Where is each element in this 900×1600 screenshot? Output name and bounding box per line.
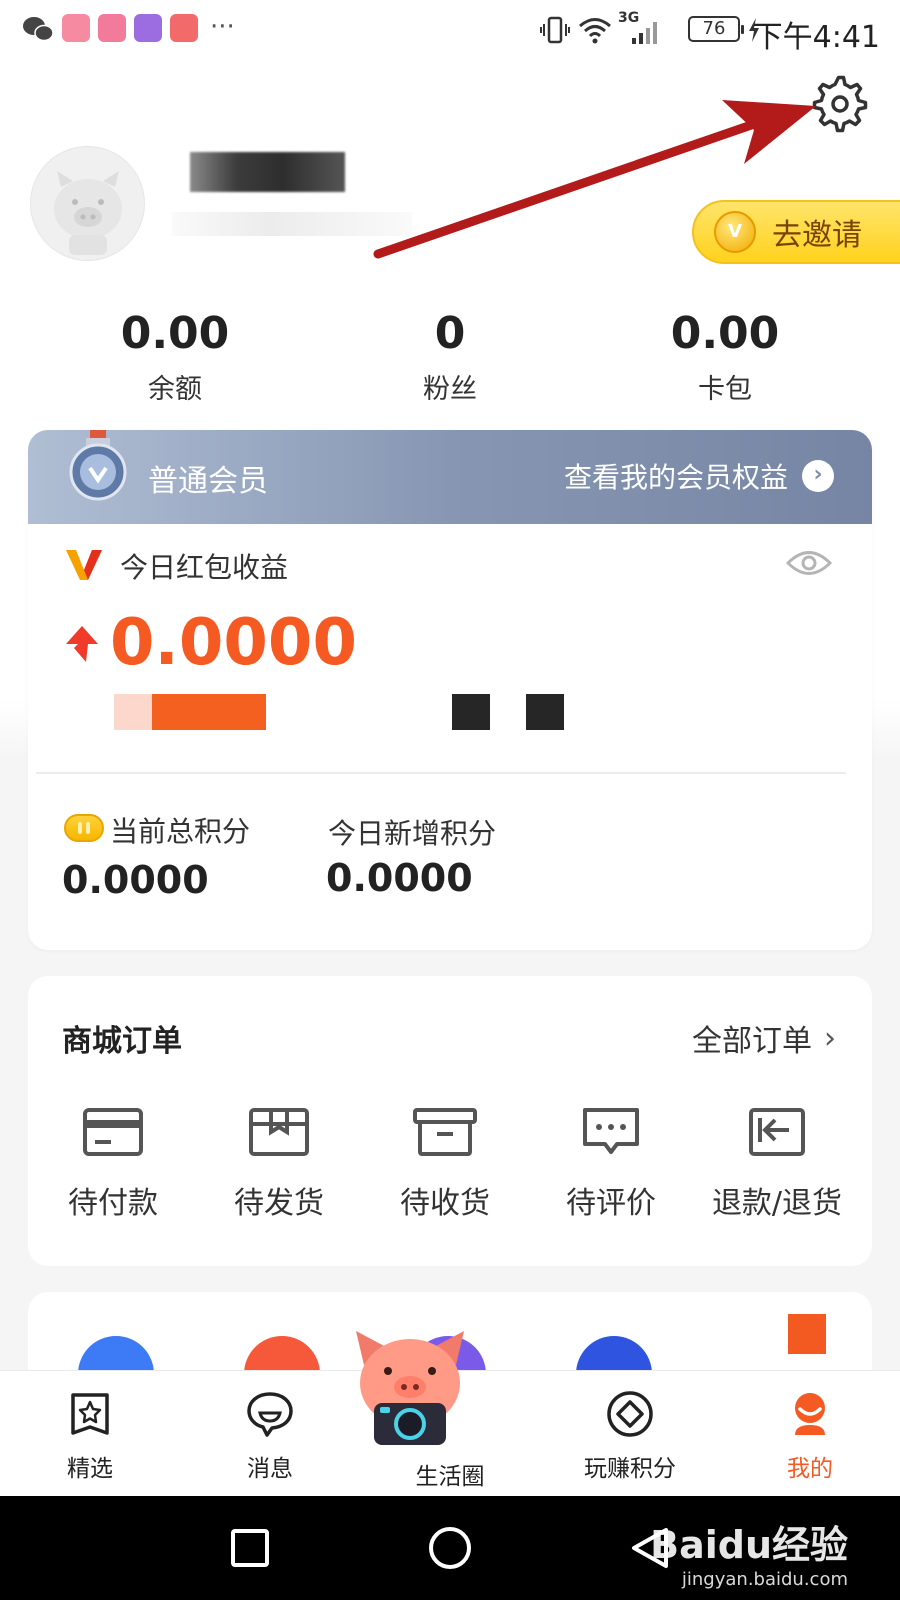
nav-mine[interactable]: 我的 [720, 1371, 900, 1497]
nav-label: 精选 [67, 1456, 113, 1482]
medal-icon [69, 430, 127, 501]
status-bar: ··· 3G 76 下午4:41 [0, 0, 900, 62]
order-label: 退款/退货 [711, 1186, 843, 1221]
stat-value: 0.00 [670, 308, 780, 359]
wifi-icon [579, 18, 611, 44]
nav-label: 生活圈 [415, 1464, 485, 1490]
nav-messages[interactable]: 消息 [180, 1371, 360, 1497]
chevron-right-icon: › [802, 460, 834, 492]
v-logo-icon [66, 550, 102, 580]
stat-value: 0.00 [120, 308, 230, 359]
battery-indicator: 76 [688, 16, 744, 42]
earnings-value: 0.0000 [110, 606, 357, 680]
nav-label: 我的 [787, 1456, 833, 1482]
coin-icon: V [714, 211, 756, 253]
total-points-label: 当前总积分 [110, 815, 251, 848]
stat-balance[interactable]: 0.00 余额 [75, 308, 275, 406]
member-tier-label: 普通会员 [148, 464, 268, 499]
vibrate-icon [540, 16, 570, 44]
eye-icon[interactable] [786, 548, 832, 578]
watermark-brand: Baidu经验 [650, 1523, 848, 1567]
redacted-block [114, 694, 154, 730]
total-points-value: 0.0000 [62, 858, 209, 902]
home-icon[interactable] [428, 1526, 472, 1570]
nav-earn-points[interactable]: 玩赚积分 [540, 1371, 720, 1497]
pig-avatar-icon [54, 171, 122, 255]
nav-label: 玩赚积分 [584, 1456, 676, 1482]
app-icon-3 [134, 14, 162, 42]
membership-card: 普通会员 查看我的会员权益 › 今日红包收益 0.0000 当前总积分 今日新增… [28, 430, 872, 950]
system-navigation-bar: Baidu经验 jingyan.baidu.com [0, 1496, 900, 1600]
order-label: 待付款 [68, 1186, 158, 1221]
stat-label: 余额 [148, 374, 202, 405]
redacted-block [526, 694, 564, 730]
watermark-url: jingyan.baidu.com [681, 1569, 848, 1590]
orders-title: 商城订单 [62, 1024, 182, 1059]
app-icon-4 [170, 14, 198, 42]
tool-icon-5[interactable] [788, 1314, 826, 1354]
diamond-icon [607, 1391, 653, 1437]
box-icon [249, 1108, 309, 1156]
all-orders-label: 全部订单 [692, 1024, 812, 1059]
chat-bubble-icon [247, 1392, 293, 1437]
order-label: 待收货 [400, 1186, 490, 1221]
watermark: Baidu经验 jingyan.baidu.com [650, 1514, 848, 1590]
member-benefits-link[interactable]: 查看我的会员权益 › [564, 456, 834, 496]
signal-icon [632, 22, 657, 44]
bottom-navigation: 精选 消息 生活圈 玩赚积分 我的 [0, 1331, 900, 1497]
card-icon [83, 1108, 143, 1156]
mall-orders-card: 商城订单 全部订单 › 待付款 待发货 待收货 待评价 退款/退货 [28, 976, 872, 1266]
nav-life-circle[interactable]: 生活圈 [356, 1331, 540, 1497]
nav-label: 消息 [247, 1456, 293, 1482]
order-pending-review[interactable]: 待评价 [526, 1106, 696, 1222]
arrow-up-icon [66, 626, 98, 662]
membership-bar[interactable]: 普通会员 查看我的会员权益 › [28, 430, 872, 524]
member-benefits-label: 查看我的会员权益 [563, 461, 788, 494]
return-icon [749, 1108, 805, 1156]
recent-apps-icon[interactable] [230, 1528, 270, 1568]
invite-label: 去邀请 [772, 218, 862, 253]
nav-featured[interactable]: 精选 [0, 1371, 180, 1497]
invite-button[interactable]: V 去邀请 [692, 200, 900, 264]
redacted-block [152, 694, 266, 730]
all-orders-link[interactable]: 全部订单 › [692, 1016, 836, 1060]
stat-label: 卡包 [698, 374, 752, 405]
order-refund-return[interactable]: 退款/退货 [692, 1106, 862, 1222]
chevron-right-icon: › [824, 1020, 836, 1056]
order-pending-payment[interactable]: 待付款 [28, 1106, 198, 1222]
today-points-value: 0.0000 [326, 856, 473, 900]
pig-mascot-icon [356, 1331, 464, 1445]
order-label: 待发货 [234, 1186, 324, 1221]
points-coin-icon [64, 814, 104, 842]
stat-label: 粉丝 [423, 374, 477, 405]
profile-icon [795, 1393, 825, 1435]
stat-fans[interactable]: 0 粉丝 [350, 308, 550, 406]
wechat-icon [23, 17, 54, 42]
more-notifications-icon: ··· [210, 12, 235, 42]
today-points-label: 今日新增积分 [328, 817, 497, 850]
comment-icon [583, 1108, 639, 1154]
redacted-block [452, 694, 490, 730]
app-icon-1 [62, 14, 90, 42]
order-pending-shipment[interactable]: 待发货 [194, 1106, 364, 1222]
archive-icon [413, 1108, 477, 1156]
stat-card-wallet[interactable]: 0.00 卡包 [625, 308, 825, 406]
star-bag-icon [71, 1393, 109, 1435]
divider [36, 772, 846, 774]
stat-value: 0 [434, 308, 466, 359]
order-label: 待评价 [566, 1186, 656, 1221]
redpacket-earnings-title: 今日红包收益 [120, 551, 289, 584]
avatar[interactable] [30, 146, 145, 261]
username-redacted [190, 152, 345, 192]
status-time: 下午4:41 [752, 20, 880, 55]
order-pending-receipt[interactable]: 待收货 [360, 1106, 530, 1222]
app-icon-2 [98, 14, 126, 42]
